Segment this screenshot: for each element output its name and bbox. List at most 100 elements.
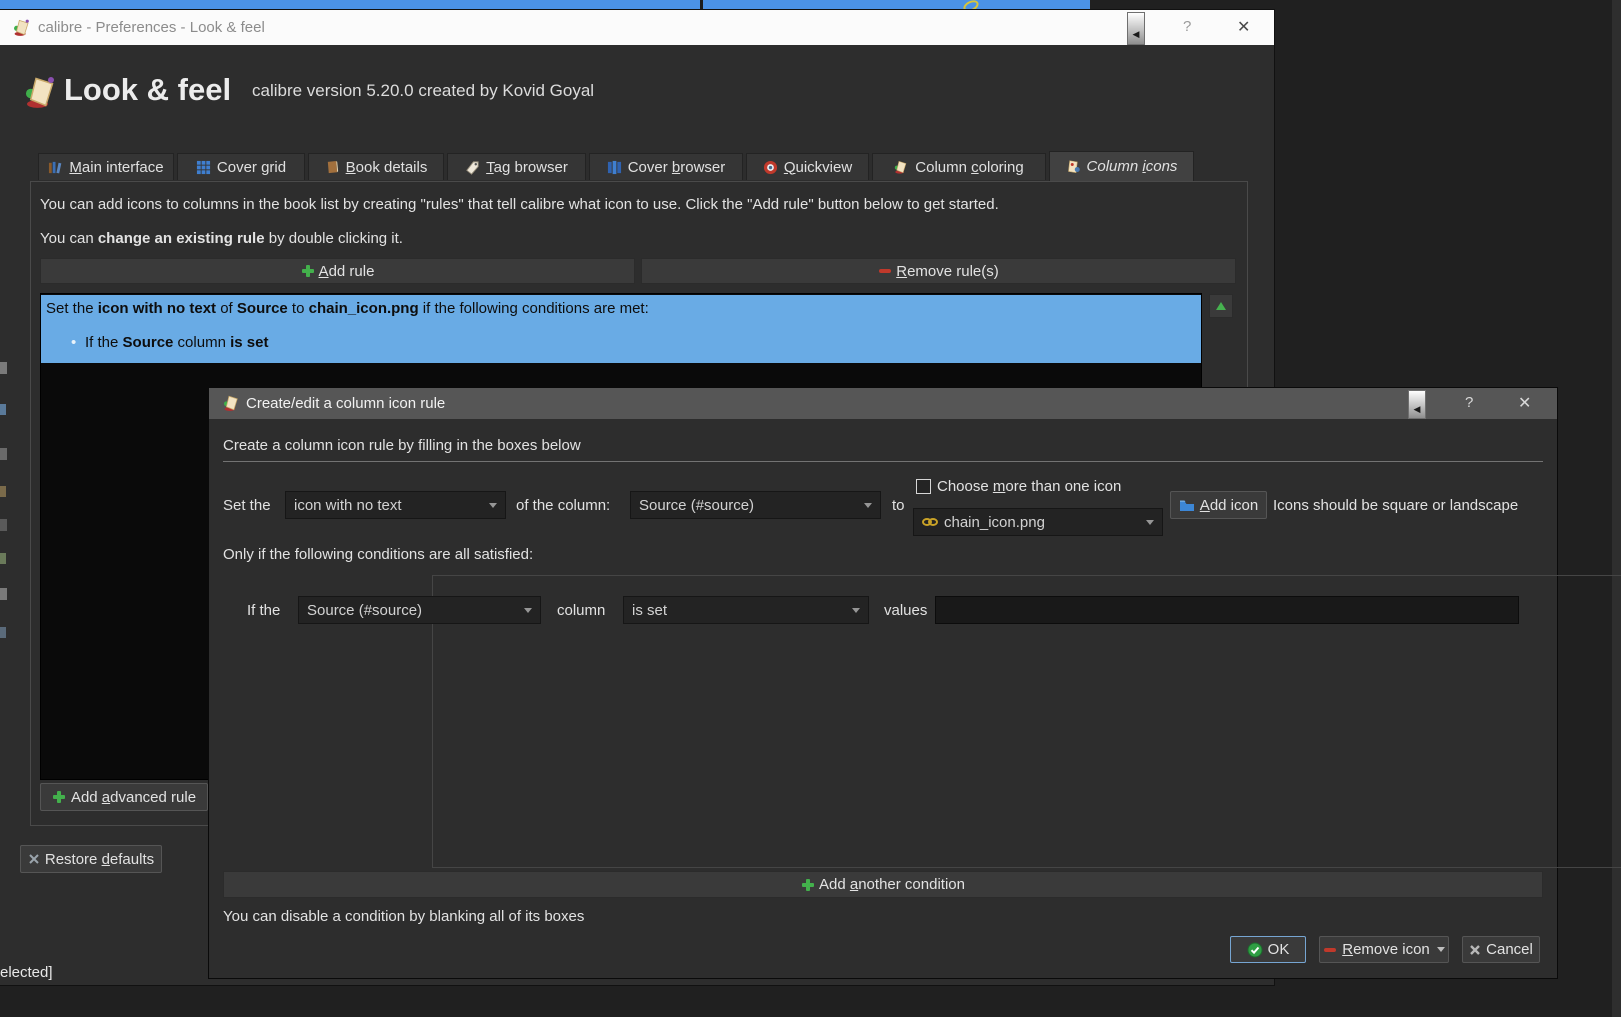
icon-file-select[interactable]: chain_icon.png: [913, 508, 1163, 536]
window-titlebar: calibre - Preferences - Look & feel ◀ ? …: [0, 10, 1274, 45]
tab-label: Tag browser: [486, 158, 568, 176]
choose-more-checkbox[interactable]: [916, 479, 931, 494]
dialog-titlebar: Create/edit a column icon rule ◀ ? ✕: [209, 388, 1557, 419]
grid-icon: [196, 160, 211, 175]
remove-icon-label: Remove icon: [1342, 941, 1430, 958]
chevron-down-icon: [489, 502, 497, 508]
ok-button[interactable]: OK: [1230, 936, 1306, 963]
clear-icon: [28, 853, 40, 865]
intro-text-2: You can change an existing rule by doubl…: [40, 230, 403, 247]
page-subtitle: calibre version 5.20.0 created by Kovid …: [252, 81, 595, 100]
up-arrow-icon: [1215, 301, 1227, 311]
tab-tag-browser[interactable]: Tag browser: [447, 153, 586, 180]
tab-main-interface[interactable]: Main interface: [38, 153, 174, 180]
plus-icon: [801, 878, 815, 892]
ok-check-icon: [1247, 942, 1263, 958]
dialog-title: Create/edit a column icon rule: [246, 395, 446, 412]
background-window-strip: [0, 0, 1090, 9]
rule-row[interactable]: Set the icon with no text of Source to c…: [41, 295, 1201, 363]
cropped-icon: [0, 553, 6, 564]
cropped-status-text: elected]: [0, 964, 53, 981]
cancel-label: Cancel: [1486, 941, 1533, 958]
cropped-icon: [0, 362, 7, 374]
plus-icon: [52, 790, 66, 804]
chevron-down-icon: [524, 607, 532, 613]
restore-defaults-label: Restore defaults: [44, 850, 155, 868]
icon-kind-value: icon with no text: [294, 496, 402, 514]
tab-cover-grid[interactable]: Cover grid: [177, 153, 305, 180]
chevron-down-icon: [864, 502, 872, 508]
cancel-button[interactable]: Cancel: [1462, 936, 1540, 963]
calibre-logo-icon: [24, 72, 60, 112]
restore-defaults-button[interactable]: Restore defaults: [20, 845, 162, 873]
folder-icon: [1179, 499, 1195, 512]
icon-kind-select[interactable]: icon with no text: [285, 491, 506, 519]
of-the-column-label: of the column:: [516, 497, 611, 514]
ok-label: OK: [1267, 941, 1290, 958]
column-select[interactable]: Source (#source): [630, 491, 881, 519]
help-button[interactable]: ?: [1183, 18, 1191, 35]
eye-icon: [763, 160, 778, 175]
remove-icon-button[interactable]: Remove icon: [1319, 936, 1449, 963]
move-rule-up-button[interactable]: [1209, 294, 1233, 318]
icon-file-value: chain_icon.png: [944, 513, 1045, 531]
column-value: Source (#source): [639, 496, 755, 514]
cancel-x-icon: [1469, 944, 1481, 956]
chevron-down-icon: [1146, 519, 1154, 525]
dialog-close-button[interactable]: ✕: [1518, 393, 1531, 413]
tab-label: Column icons: [1086, 158, 1178, 175]
chain-icon: [922, 516, 938, 528]
calibre-logo-icon: [13, 18, 32, 37]
cropped-icon: [0, 486, 6, 497]
page-title: Look & feel: [64, 72, 232, 107]
tab-column-icons[interactable]: Column icons: [1049, 151, 1194, 181]
tag-icon: [465, 160, 480, 175]
palette-icon: [894, 159, 909, 175]
condition-op-select[interactable]: is set: [623, 596, 869, 624]
tab-book-details[interactable]: Book details: [308, 153, 444, 180]
condition-op-value: is set: [632, 601, 668, 619]
remove-rule-button[interactable]: Remove rule(s): [641, 258, 1236, 284]
if-the-label: If the: [247, 602, 281, 619]
minus-icon: [1323, 946, 1337, 954]
caret-widget[interactable]: ◀: [1408, 390, 1426, 419]
bullet-dot: •: [71, 334, 77, 351]
add-another-condition-button[interactable]: Add another condition: [223, 871, 1543, 898]
values-input[interactable]: [935, 596, 1519, 624]
dialog-help-button[interactable]: ?: [1465, 394, 1473, 411]
set-the-label: Set the: [223, 497, 271, 514]
tab-label: Cover grid: [216, 158, 287, 176]
caret-widget[interactable]: ◀: [1127, 12, 1145, 45]
icons-icon: [1066, 159, 1081, 175]
tab-label: Cover browser: [627, 158, 726, 176]
condition-column-value: Source (#source): [307, 601, 423, 619]
remove-rule-label: Remove rule(s): [896, 262, 999, 280]
add-rule-button[interactable]: Add rule: [40, 258, 635, 284]
tab-cover-browser[interactable]: Cover browser: [589, 153, 743, 180]
tab-column-coloring[interactable]: Column coloring: [872, 153, 1046, 180]
values-label: values: [884, 602, 928, 619]
columns-icon: [607, 160, 622, 175]
choose-more-label: Choose more than one icon: [937, 478, 1122, 495]
add-icon-label: Add icon: [1199, 496, 1259, 514]
cropped-icon: [0, 519, 7, 531]
dialog-subtitle: Create a column icon rule by filling in …: [223, 437, 581, 454]
plus-icon: [301, 264, 315, 278]
tab-label: Book details: [345, 158, 428, 176]
intro-text-1: You can add icons to columns in the book…: [40, 196, 999, 213]
add-rule-label: Add rule: [318, 262, 375, 280]
only-if-label: Only if the following conditions are all…: [223, 546, 534, 563]
add-advanced-rule-button[interactable]: Add advanced rule: [40, 783, 208, 811]
cropped-icon: [0, 404, 6, 415]
calibre-logo-icon: [223, 394, 241, 412]
tab-label: Main interface: [69, 158, 164, 176]
cropped-icon: [0, 448, 7, 460]
add-icon-button[interactable]: Add icon: [1170, 491, 1267, 519]
close-button[interactable]: ✕: [1237, 17, 1250, 37]
rule-text: Set the icon with no text of Source to c…: [46, 300, 649, 317]
minus-icon: [878, 267, 892, 275]
cropped-icon: [0, 588, 7, 600]
condition-column-select[interactable]: Source (#source): [298, 596, 541, 624]
cropped-icon: [0, 627, 6, 638]
tab-quickview[interactable]: Quickview: [746, 153, 869, 180]
